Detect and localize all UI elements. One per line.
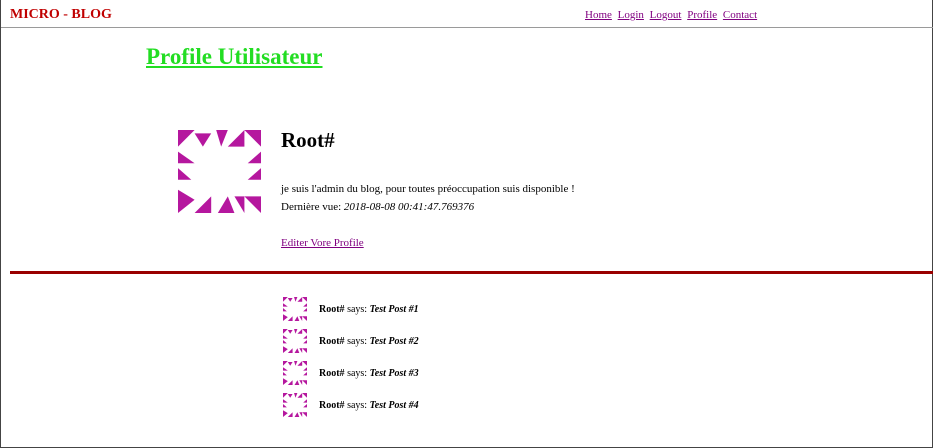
brand-logo[interactable]: MICRO - BLOG [10, 7, 112, 23]
post-item: Root# says: Test Post #2 [283, 329, 683, 353]
post-author: Root# [319, 368, 345, 379]
nav-contact-link[interactable]: Contact [723, 9, 757, 21]
post-avatar-icon [283, 297, 307, 321]
profile-username: Root# [281, 128, 335, 152]
nav-links: Home Login Logout Profile Contact [585, 9, 760, 21]
post-item: Root# says: Test Post #3 [283, 361, 683, 385]
post-says: says: [347, 368, 368, 379]
last-seen-timestamp: 2018-08-08 00:41:47.769376 [343, 201, 475, 213]
edit-profile-link[interactable]: Editer Vore Profile [281, 237, 364, 249]
post-body: Test Post #2 [369, 336, 419, 347]
section-divider [10, 271, 933, 274]
identicon-avatar-icon [178, 130, 261, 213]
post-says: says: [347, 304, 368, 315]
post-text: Root# says: Test Post #4 [319, 400, 419, 411]
nav-home-link[interactable]: Home [585, 9, 612, 21]
post-author: Root# [319, 304, 345, 315]
post-item: Root# says: Test Post #4 [283, 393, 683, 417]
post-says: says: [347, 336, 368, 347]
post-text: Root# says: Test Post #1 [319, 304, 419, 315]
post-text: Root# says: Test Post #2 [319, 336, 419, 347]
post-avatar-icon [283, 393, 307, 417]
nav-logout-link[interactable]: Logout [650, 9, 682, 21]
post-says: says: [347, 400, 368, 411]
page-title: Profile Utilisateur [146, 44, 323, 69]
post-author: Root# [319, 336, 345, 347]
post-body: Test Post #4 [369, 400, 419, 411]
post-item: Root# says: Test Post #1 [283, 297, 683, 321]
top-navbar: MICRO - BLOG Home Login Logout Profile C… [1, 0, 933, 28]
post-body: Test Post #3 [369, 368, 419, 379]
last-seen-label: Dernière vue: [281, 201, 342, 213]
post-avatar-icon [283, 329, 307, 353]
post-avatar-icon [283, 361, 307, 385]
post-body: Test Post #1 [369, 304, 419, 315]
profile-last-seen: Dernière vue: 2018-08-08 00:41:47.769376 [281, 201, 474, 213]
profile-bio: je suis l'admin du blog, pour toutes pré… [281, 183, 575, 195]
nav-login-link[interactable]: Login [618, 9, 644, 21]
nav-profile-link[interactable]: Profile [687, 9, 717, 21]
post-author: Root# [319, 400, 345, 411]
post-text: Root# says: Test Post #3 [319, 368, 419, 379]
